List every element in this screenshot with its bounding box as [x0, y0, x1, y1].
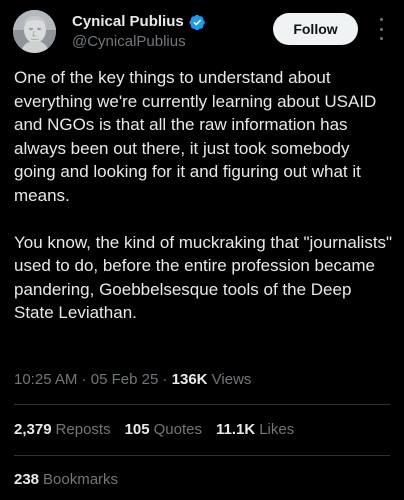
views-label: Views — [211, 371, 252, 388]
bookmarks-stat[interactable]: 238 Bookmarks — [14, 470, 118, 490]
bookmarks-count: 238 — [14, 471, 40, 488]
tweet-date[interactable]: 05 Feb 25 — [91, 371, 159, 388]
tweet-time[interactable]: 10:25 AM — [14, 371, 77, 388]
reposts-stat[interactable]: 2,379 Reposts — [14, 420, 111, 440]
avatar[interactable] — [13, 10, 56, 53]
divider — [14, 404, 390, 405]
tweet-header: Cynical Publius @CynicalPublius Follow — [0, 0, 404, 64]
meta-separator: · — [162, 371, 168, 388]
display-name-row: Cynical Publius — [72, 12, 206, 32]
tweet-text: One of the key things to understand abou… — [14, 68, 393, 322]
display-name[interactable]: Cynical Publius — [72, 12, 184, 32]
follow-button[interactable]: Follow — [273, 13, 358, 45]
bookmarks-label: Bookmarks — [43, 471, 119, 488]
views-count: 136K — [171, 371, 208, 388]
handle[interactable]: @CynicalPublius — [72, 32, 186, 52]
meta-separator: · — [81, 371, 87, 388]
quotes-stat[interactable]: 105 Quotes — [125, 420, 202, 440]
verified-badge-icon[interactable] — [189, 14, 206, 31]
marble-bust-avatar-icon — [13, 10, 56, 53]
engagement-stats: 2,379 Reposts 105 Quotes 11.1K Likes — [14, 420, 294, 440]
likes-stat[interactable]: 11.1K Likes — [216, 420, 294, 440]
more-vertical-icon[interactable] — [374, 18, 388, 40]
tweet-meta: 10:25 AM · 05 Feb 25 · 136K Views — [14, 370, 251, 390]
divider — [14, 455, 390, 456]
